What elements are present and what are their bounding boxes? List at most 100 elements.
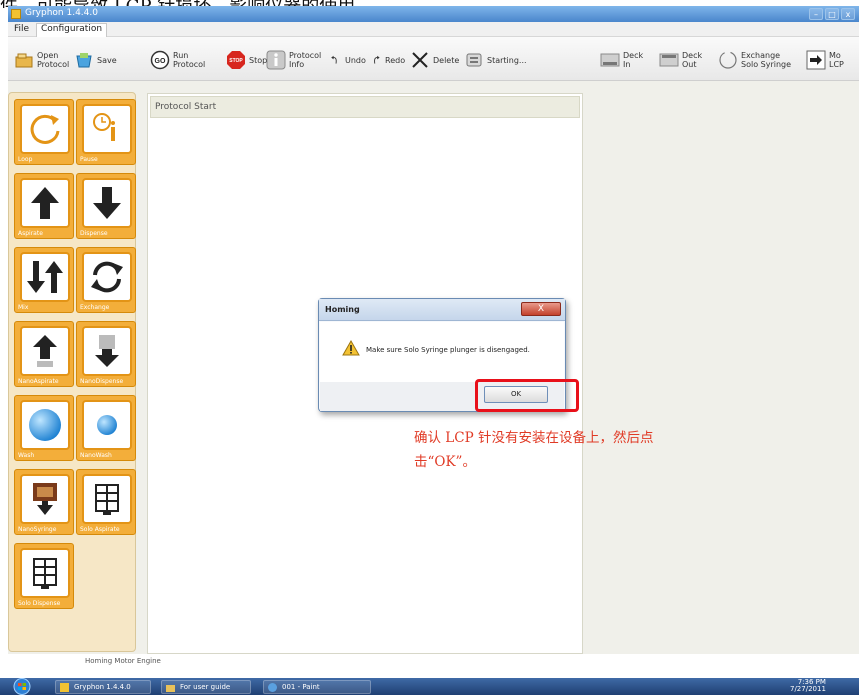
dialog-close-button[interactable]: X [521,302,561,316]
deck-out-icon [659,53,679,67]
tile-nanowash-label: NanoWash [80,452,112,459]
protocol-info-label: Protocol Info [289,51,322,69]
tile-nanoaspirate[interactable]: NanoAspirate [14,321,74,387]
exchange-solo-syringe-button[interactable]: Exchange Solo Syringe [718,45,791,75]
tray-date: 7/27/2011 [790,685,826,693]
open-folder-icon [15,53,33,68]
mix-arrows-icon [27,261,63,293]
undo-label: Undo [345,55,366,65]
taskbar-item-paint[interactable]: 001 - Paint [263,680,371,694]
protocol-start-row[interactable]: Protocol Start [150,96,580,118]
protocol-info-button[interactable]: Protocol Info [266,45,321,75]
nano-dispense-icon [95,335,119,367]
tile-aspirate-label: Aspirate [18,230,43,237]
dialog-titlebar: Homing X [319,299,565,321]
dialog-body: Make sure Solo Syringe plunger is diseng… [320,322,564,382]
undo-icon [331,55,337,64]
nano-aspirate-icon [33,335,57,367]
tile-solo-aspirate-label: Solo Aspirate [80,526,120,533]
protocol-start-label: Protocol Start [155,102,217,112]
tile-mix[interactable]: Mix [14,247,74,313]
starting-icon [466,53,482,67]
menu-configuration[interactable]: Configuration [36,23,108,37]
wash-drop-icon [29,409,61,441]
tile-wash-label: Wash [18,452,35,459]
ok-highlight-box [475,379,579,412]
annotation-note: 确认 LCP 针没有安装在设备上，然后点击“OK”。 [414,430,654,470]
open-protocol-button[interactable]: Open Protocol [14,45,69,75]
tile-exchange[interactable]: Exchange [76,247,136,313]
solo-dispense-icon [33,558,57,589]
nanowash-drop-icon [97,415,117,435]
move-lcp-label: Mo LCP [829,51,844,69]
go-icon: GO [150,50,170,70]
tile-nanodispense-label: NanoDispense [80,378,124,385]
solo-aspirate-icon [95,484,119,515]
open-protocol-label: Open Protocol [37,51,70,69]
paint-icon [268,682,277,692]
tile-aspirate[interactable]: Aspirate [14,173,74,239]
redo-icon [374,55,380,64]
stop-button[interactable]: STOP Stop [226,45,267,75]
starting-label: Starting... [487,55,527,65]
deck-in-icon [600,53,620,67]
delete-label: Delete [433,55,460,65]
tile-solo-dispense-label: Solo Dispense [18,600,61,607]
tile-nanowash[interactable]: NanoWash [76,395,136,461]
exchange-arc-icon [719,51,737,69]
deck-out-button[interactable]: Deck Out [659,45,702,75]
deck-in-button[interactable]: Deck In [600,45,643,75]
maximize-button[interactable]: □ [825,8,839,20]
redo-label: Redo [385,55,406,65]
taskbar-item-user-guide[interactable]: For user guide [161,680,251,694]
stop-label: Stop [249,55,268,65]
tile-pause-label: Pause [80,156,98,163]
run-protocol-label: Run Protocol [173,51,206,69]
gryphon-app-icon [60,682,69,692]
command-palette: Loop Pause Aspirate Dispense Mix Exchang… [8,92,136,652]
app-icon [11,9,21,19]
go-icon-text: GO [155,58,166,65]
tile-loop-label: Loop [18,156,33,163]
delete-x-icon [412,52,428,68]
save-icon [76,53,92,68]
system-tray[interactable]: 7:36 PM 7/27/2011 [790,679,826,693]
menu-file[interactable]: File [10,24,33,34]
tile-wash[interactable]: Wash [14,395,74,461]
exchange-icon [91,261,123,293]
tile-exchange-label: Exchange [80,304,110,311]
start-orb-icon[interactable] [10,678,34,695]
deck-in-label: Deck In [623,51,644,69]
dialog-message: Make sure Solo Syringe plunger is diseng… [366,346,530,354]
tile-mix-label: Mix [18,304,29,311]
starting-button[interactable]: Starting... [464,45,527,75]
tile-loop[interactable]: Loop [14,99,74,165]
nanosyringe-icon [33,483,57,515]
taskbar-item-gryphon[interactable]: Gryphon 1.4.4.0 [55,680,151,694]
minimize-button[interactable]: – [809,8,823,20]
tile-dispense[interactable]: Dispense [76,173,136,239]
arrow-down-icon [93,187,121,219]
tile-dispense-label: Dispense [80,230,108,237]
window-title: Gryphon 1.4.4.0 [25,8,98,18]
tile-solo-dispense[interactable]: Solo Dispense [14,543,74,609]
tile-nanosyringe[interactable]: NanoSyringe [14,469,74,535]
warning-icon [342,340,360,356]
tile-solo-aspirate[interactable]: Solo Aspirate [76,469,136,535]
stop-icon-text: STOP [229,58,243,64]
undo-button[interactable]: Undo [330,45,366,75]
tile-pause[interactable]: Pause [76,99,136,165]
run-protocol-button[interactable]: GO Run Protocol [150,45,205,75]
loop-icon [30,114,60,144]
move-lcp-button[interactable]: Mo LCP [806,45,844,75]
screenshot-root: 件，可能导致 LCP 针损坏，影响仪器的使用。 Gryphon 1.4.4.0 … [0,0,859,695]
save-button[interactable]: Save [74,45,117,75]
tile-nanodispense[interactable]: NanoDispense [76,321,136,387]
tile-nanosyringe-label: NanoSyringe [18,526,57,533]
status-text: Homing Motor Engine [85,657,161,665]
close-window-button[interactable]: x [841,8,855,20]
menu-file-label: File [14,24,30,34]
redo-button[interactable]: Redo [370,45,405,75]
delete-button[interactable]: Delete [410,45,459,75]
save-label: Save [97,55,117,65]
